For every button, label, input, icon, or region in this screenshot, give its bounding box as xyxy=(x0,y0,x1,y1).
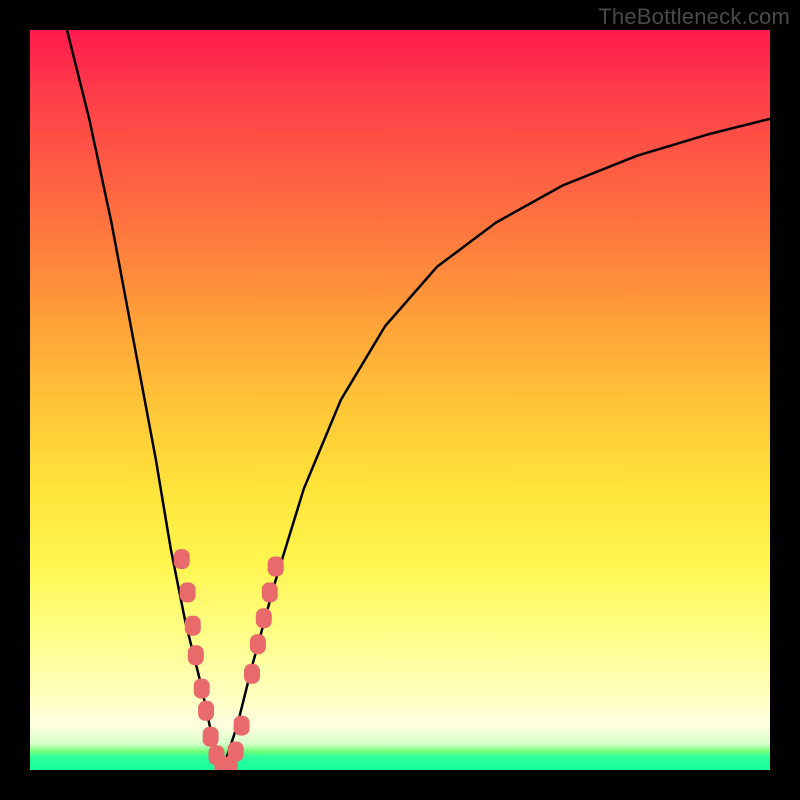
data-point xyxy=(174,549,190,569)
data-point xyxy=(180,582,196,602)
chart-plot-area xyxy=(30,30,770,770)
data-point xyxy=(188,645,204,665)
curve-bottleneck-curve-right xyxy=(222,119,770,770)
data-point xyxy=(203,727,219,747)
chart-frame: TheBottleneck.com xyxy=(0,0,800,800)
data-point xyxy=(256,608,272,628)
marker-layer xyxy=(174,549,284,770)
data-point xyxy=(194,679,210,699)
data-point xyxy=(228,742,244,762)
chart-svg xyxy=(30,30,770,770)
data-point xyxy=(234,716,250,736)
curve-layer xyxy=(67,30,770,770)
data-point xyxy=(198,701,214,721)
watermark-text: TheBottleneck.com xyxy=(598,4,790,30)
data-point xyxy=(268,557,284,577)
data-point xyxy=(185,616,201,636)
data-point xyxy=(250,634,266,654)
data-point xyxy=(244,664,260,684)
data-point xyxy=(262,582,278,602)
